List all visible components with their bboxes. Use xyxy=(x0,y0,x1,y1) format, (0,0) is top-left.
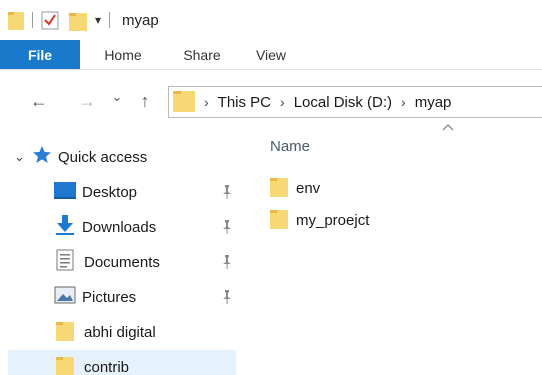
breadcrumb-separator: › xyxy=(401,94,406,110)
pin-icon[interactable] xyxy=(220,219,234,235)
pictures-icon xyxy=(54,286,76,308)
properties-icon[interactable] xyxy=(41,10,59,30)
window-title: myap xyxy=(122,11,159,29)
star-icon xyxy=(32,145,52,169)
breadcrumb-local-disk[interactable]: Local Disk (D:) xyxy=(294,94,392,111)
qat-divider-2 xyxy=(109,12,111,28)
sidebar-item-documents[interactable]: Documents xyxy=(8,245,236,279)
sidebar-item-label: Documents xyxy=(84,253,160,271)
title-bar: ▾ myap xyxy=(0,0,542,40)
pin-icon[interactable] xyxy=(220,184,234,200)
list-item[interactable]: my_proejct xyxy=(270,206,510,234)
chevron-down-icon: ⌄ xyxy=(111,89,123,104)
sidebar-item-contrib[interactable]: contrib xyxy=(8,350,236,375)
forward-button[interactable]: → xyxy=(76,90,98,112)
breadcrumb-this-pc[interactable]: This PC xyxy=(218,94,271,111)
new-folder-icon[interactable] xyxy=(69,9,87,31)
sidebar-item-label: contrib xyxy=(84,358,130,375)
downloads-icon xyxy=(54,215,76,239)
documents-icon xyxy=(56,249,74,275)
qat-dropdown-icon[interactable]: ▾ xyxy=(95,13,101,27)
forward-arrow-icon: → xyxy=(78,90,96,111)
sidebar-item-quick-access[interactable]: ⌄ Quick access xyxy=(14,140,242,174)
sidebar-item-label: Quick access xyxy=(58,148,148,166)
folder-icon xyxy=(56,354,74,375)
chevron-down-icon[interactable]: ⌄ xyxy=(14,149,32,165)
file-list: Name env my_proejct xyxy=(250,128,542,375)
navigation-pane: ⌄ Quick access Desktop Downloads Documen… xyxy=(0,138,236,375)
folder-icon xyxy=(56,319,74,345)
sidebar-item-pictures[interactable]: Pictures xyxy=(8,280,236,314)
sidebar-item-desktop[interactable]: Desktop xyxy=(8,175,236,209)
column-header-name[interactable]: Name xyxy=(270,138,310,155)
tab-home[interactable]: Home xyxy=(80,40,166,69)
sidebar-item-label: Pictures xyxy=(82,288,137,306)
breadcrumb-separator: › xyxy=(204,94,209,110)
folder-icon xyxy=(270,175,288,201)
file-name: env xyxy=(296,179,321,197)
folder-icon xyxy=(270,207,288,233)
tab-share[interactable]: Share xyxy=(166,40,238,69)
sidebar-item-label: Downloads xyxy=(82,218,157,236)
breadcrumb-myap[interactable]: myap xyxy=(415,94,452,111)
recent-locations-button[interactable]: ⌄ xyxy=(106,86,128,108)
folder-icon[interactable] xyxy=(8,10,24,30)
desktop-icon xyxy=(54,181,76,203)
sidebar-item-label: Desktop xyxy=(82,183,138,201)
list-item[interactable]: env xyxy=(270,174,510,202)
sidebar-item-downloads[interactable]: Downloads xyxy=(8,210,236,244)
up-arrow-icon: ↑ xyxy=(140,90,150,111)
address-row: ← → ⌄ ↑ › This PC › Local Disk (D:) › my… xyxy=(0,82,542,120)
pin-icon[interactable] xyxy=(220,289,234,305)
back-arrow-icon: ← xyxy=(30,90,48,111)
sidebar-item-label: abhi digital xyxy=(84,323,156,341)
tab-file[interactable]: File xyxy=(0,40,80,69)
sidebar-item-abhi-digital[interactable]: abhi digital xyxy=(8,315,236,349)
qat-divider xyxy=(32,12,33,28)
address-bar[interactable]: › This PC › Local Disk (D:) › myap xyxy=(168,86,542,118)
file-name: my_proejct xyxy=(296,211,370,229)
breadcrumb-separator: › xyxy=(280,94,285,110)
back-button[interactable]: ← xyxy=(28,90,50,112)
up-button[interactable]: ↑ xyxy=(134,90,156,112)
pin-icon[interactable] xyxy=(220,254,234,270)
ribbon-tabs: File Home Share View xyxy=(0,40,542,70)
folder-icon xyxy=(173,88,195,116)
tab-view[interactable]: View xyxy=(238,40,304,69)
